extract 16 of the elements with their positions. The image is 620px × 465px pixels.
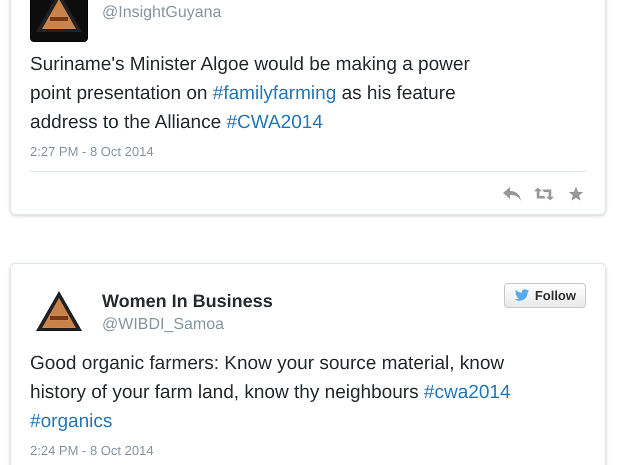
reply-icon[interactable] <box>502 186 522 202</box>
tweet-text: Suriname's Minister Algoe would be making a power point presentation on #familyfarming as his feature address to the Alliance #CWA2014 <box>30 53 471 135</box>
timestamp[interactable]: 2:24 PM - 8 Oct 2014 <box>30 443 154 458</box>
follow-button[interactable]: Follow <box>504 283 586 308</box>
star-icon[interactable] <box>566 186 586 202</box>
hashtag-link[interactable]: #CWA2014 <box>226 112 323 133</box>
hashtag-link[interactable]: #cwa2014 <box>424 382 511 403</box>
tweet-text: Good organic farmers: Know your source material, know history of your farm land, know thy neighbours #cwa2014 #organics <box>30 352 512 434</box>
timestamp[interactable]: 2:27 PM - 8 Oct 2014 <box>30 144 154 159</box>
user-handle: @WIBDI_Samoa <box>102 316 226 334</box>
user-handle: @InsightGuyana <box>102 4 222 22</box>
hashtag-link[interactable]: #familyfarming <box>212 83 336 104</box>
retweet-icon[interactable] <box>534 186 554 202</box>
bird-icon <box>514 289 530 302</box>
user-name: Women In Business <box>102 290 274 312</box>
hashtag-link[interactable]: #organics <box>30 411 112 432</box>
